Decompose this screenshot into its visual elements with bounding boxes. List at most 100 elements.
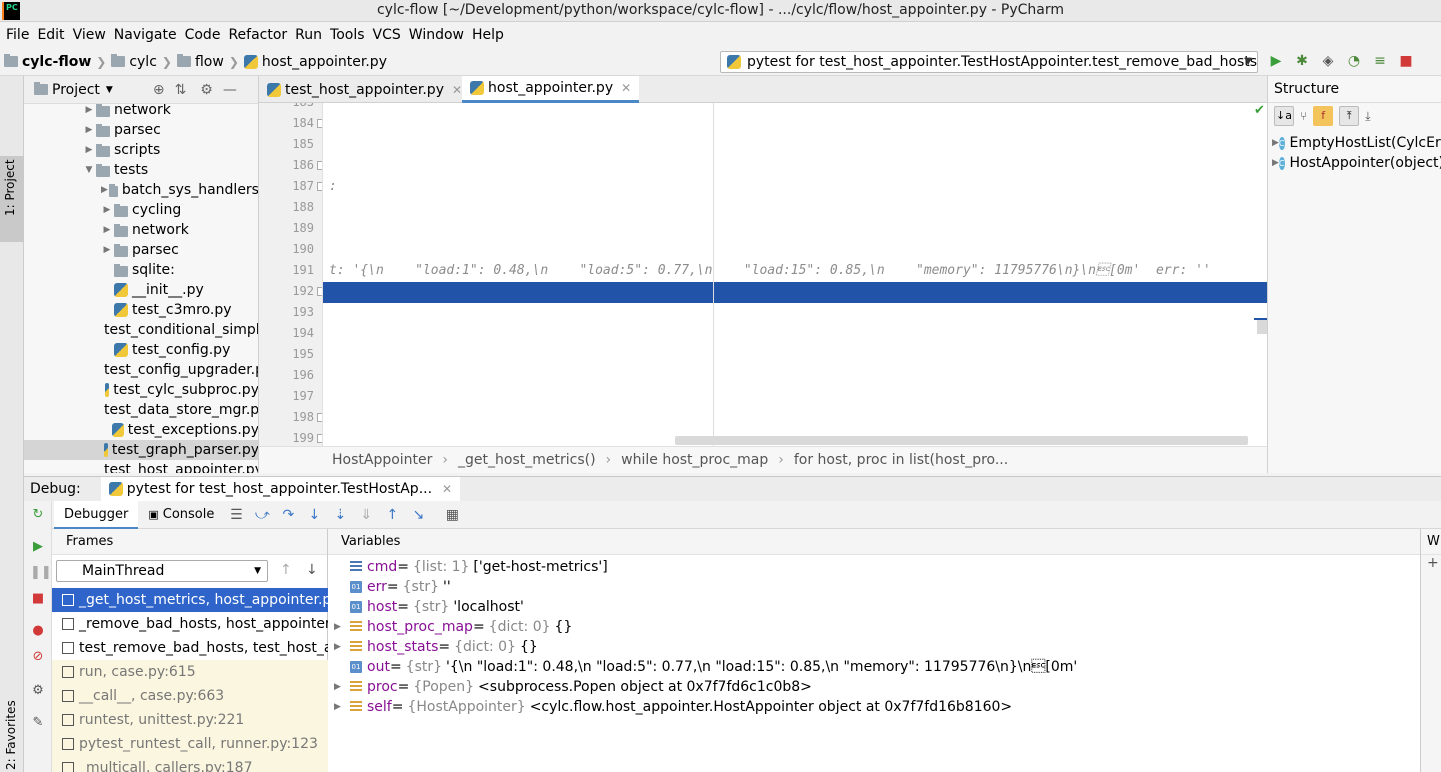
horizontal-scrollbar[interactable]: [675, 436, 1248, 445]
menu-edit[interactable]: Edit: [33, 22, 68, 48]
locate-icon[interactable]: ⊕: [153, 82, 165, 98]
debug-icon[interactable]: ✱: [1294, 53, 1310, 69]
frame-item[interactable]: pytest_runtest_call, runner.py:123: [52, 732, 328, 756]
tree-item[interactable]: test_conditional_simplifier.py: [24, 320, 258, 340]
collapse-icon[interactable]: ⤓: [1365, 109, 1370, 124]
chevron-right-icon[interactable]: ▶: [82, 145, 96, 155]
show-inherited-icon[interactable]: ⑂: [1300, 109, 1307, 123]
menu-navigate[interactable]: Navigate: [110, 22, 181, 48]
frame-item[interactable]: runtest, unittest.py:221: [52, 708, 328, 732]
pin-icon[interactable]: ✎: [30, 715, 46, 731]
tree-item[interactable]: ▶ network: [24, 220, 258, 240]
close-icon[interactable]: ✕: [452, 83, 462, 97]
variable-row[interactable]: ▶ self = {HostAppointer} <cylc.flow.host_ap…: [334, 697, 1012, 717]
sort-alpha-icon[interactable]: ↓a: [1274, 106, 1294, 126]
menu-icon[interactable]: ☰: [228, 507, 244, 523]
tree-item[interactable]: __init__.py: [24, 280, 258, 300]
tree-item[interactable]: ▶ parsec: [24, 240, 258, 260]
favorites-tool-tab[interactable]: 2: Favorites: [0, 700, 24, 772]
tree-item[interactable]: ▶ scripts: [24, 140, 258, 160]
resume-icon[interactable]: ▶: [30, 539, 46, 555]
tree-item[interactable]: test_config.py: [24, 340, 258, 360]
gear-icon[interactable]: ⚙: [200, 82, 213, 98]
chevron-down-icon[interactable]: ▼: [82, 165, 96, 175]
chevron-right-icon[interactable]: ▶: [82, 105, 96, 115]
chevron-right-icon[interactable]: ▶: [100, 205, 114, 215]
frame-up-icon[interactable]: ↑: [280, 562, 292, 578]
variable-row[interactable]: cmd = {list: 1} ['get-host-metrics']: [334, 557, 608, 577]
variable-row[interactable]: ▶ host_stats = {dict: 0}{}: [334, 637, 538, 657]
chevron-right-icon[interactable]: ▶: [82, 125, 96, 135]
profile-icon[interactable]: ◔: [1346, 53, 1362, 69]
frame-item[interactable]: __call__, case.py:663: [52, 684, 328, 708]
tree-item[interactable]: ▶ parsec: [24, 120, 258, 140]
tree-item[interactable]: ▶ cycling: [24, 200, 258, 220]
tree-item[interactable]: test_host_appointer.py: [24, 460, 258, 473]
project-view-select[interactable]: Project: [52, 82, 100, 98]
menu-vcs[interactable]: VCS: [369, 22, 405, 48]
variable-row[interactable]: 01 out = {str} '{\n "load:1": 0.48,\n "load…: [334, 657, 1077, 677]
menu-window[interactable]: Window: [405, 22, 468, 48]
frame-item[interactable]: _remove_bad_hosts, host_appointer.py:134: [52, 612, 328, 636]
mute-breakpoints-icon[interactable]: ⊘: [30, 649, 46, 665]
crumb-cylc[interactable]: cylc: [129, 54, 157, 70]
frame-item[interactable]: run, case.py:615: [52, 660, 328, 684]
structure-item[interactable]: ▶ C HostAppointer(object): [1268, 153, 1441, 173]
expand-arrow-icon[interactable]: ▶: [334, 697, 350, 717]
project-tool-tab[interactable]: 1: Project: [0, 156, 24, 242]
show-fields-icon[interactable]: f: [1313, 106, 1334, 126]
thread-select[interactable]: MainThread ▼: [56, 560, 268, 582]
stop-icon[interactable]: ■: [1398, 53, 1414, 69]
tree-item[interactable]: test_cylc_subproc.py: [24, 380, 258, 400]
menu-view[interactable]: View: [69, 22, 110, 48]
settings-icon[interactable]: ⚙: [30, 683, 46, 699]
chevron-right-icon[interactable]: ▶: [100, 245, 114, 255]
chevron-right-icon[interactable]: ▶: [100, 225, 114, 235]
show-execution-point-icon[interactable]: ⤻: [254, 507, 270, 523]
crumb-flow[interactable]: flow: [195, 54, 224, 70]
tree-item[interactable]: sqlite:: [24, 260, 258, 280]
tree-item[interactable]: test_data_store_mgr.py: [24, 400, 258, 420]
tab-host-appointer[interactable]: host_appointer.py ✕: [462, 76, 640, 103]
expand-arrow-icon[interactable]: ▶: [1272, 138, 1279, 148]
variable-row[interactable]: ▶ proc = {Popen} <subprocess.Popen object a…: [334, 677, 812, 697]
frame-item[interactable]: _get_host_metrics, host_appointer.py:258: [52, 588, 328, 612]
crumb-file[interactable]: host_appointer.py: [262, 54, 387, 70]
tree-item[interactable]: ▶ batch_sys_handlers: [24, 180, 258, 200]
tab-debugger[interactable]: Debugger: [54, 500, 139, 529]
step-out-icon[interactable]: ↑: [384, 507, 400, 523]
tree-item[interactable]: test_exceptions.py: [24, 420, 258, 440]
breadcrumb-function[interactable]: _get_host_metrics(): [458, 452, 596, 468]
menu-file[interactable]: File: [2, 22, 33, 48]
expand-arrow-icon[interactable]: ▶: [1272, 158, 1279, 168]
frame-item[interactable]: _multicall, callers.py:187: [52, 756, 328, 772]
concurrency-icon[interactable]: ≡: [1372, 53, 1388, 69]
tree-item[interactable]: test_c3mro.py: [24, 300, 258, 320]
view-breakpoints-icon[interactable]: ●: [30, 623, 46, 639]
run-configuration-select[interactable]: pytest for test_host_appointer.TestHostA…: [720, 51, 1258, 73]
chevron-down-icon[interactable]: ▼: [106, 85, 113, 95]
tree-item[interactable]: test_graph_parser.py: [24, 440, 258, 460]
crumb-project[interactable]: cylc-flow: [22, 54, 91, 70]
stop-icon[interactable]: ■: [30, 591, 46, 607]
vertical-scrollbar[interactable]: [1257, 320, 1267, 334]
tree-item[interactable]: ▼ tests: [24, 160, 258, 180]
tab-test-host-appointer[interactable]: test_host_appointer.py ✕: [259, 76, 470, 103]
chevron-right-icon[interactable]: ▶: [100, 185, 109, 195]
rerun-icon[interactable]: ↻: [30, 507, 46, 523]
structure-item[interactable]: ▶ C EmptyHostList(CylcError): [1268, 133, 1441, 153]
step-over-icon[interactable]: ↷: [280, 507, 296, 523]
menu-refactor[interactable]: Refactor: [224, 22, 291, 48]
hide-icon[interactable]: —: [223, 82, 237, 98]
menu-tools[interactable]: Tools: [326, 22, 369, 48]
close-icon[interactable]: ✕: [621, 81, 631, 95]
breadcrumb-while[interactable]: while host_proc_map: [621, 452, 768, 468]
collapse-all-icon[interactable]: ⇅: [175, 82, 187, 98]
expand-arrow-icon[interactable]: ▶: [334, 617, 350, 637]
expand-arrow-icon[interactable]: ▶: [334, 637, 350, 657]
code-editor[interactable]: : t: '{\n "load:1": 0.48,\n "load:5": 0.7…: [323, 103, 1267, 446]
tree-item[interactable]: test_config_upgrader.py: [24, 360, 258, 380]
variable-row[interactable]: 01 host = {str}'localhost': [334, 597, 524, 617]
menu-run[interactable]: Run: [291, 22, 326, 48]
breadcrumb-class[interactable]: HostAppointer: [332, 452, 432, 468]
